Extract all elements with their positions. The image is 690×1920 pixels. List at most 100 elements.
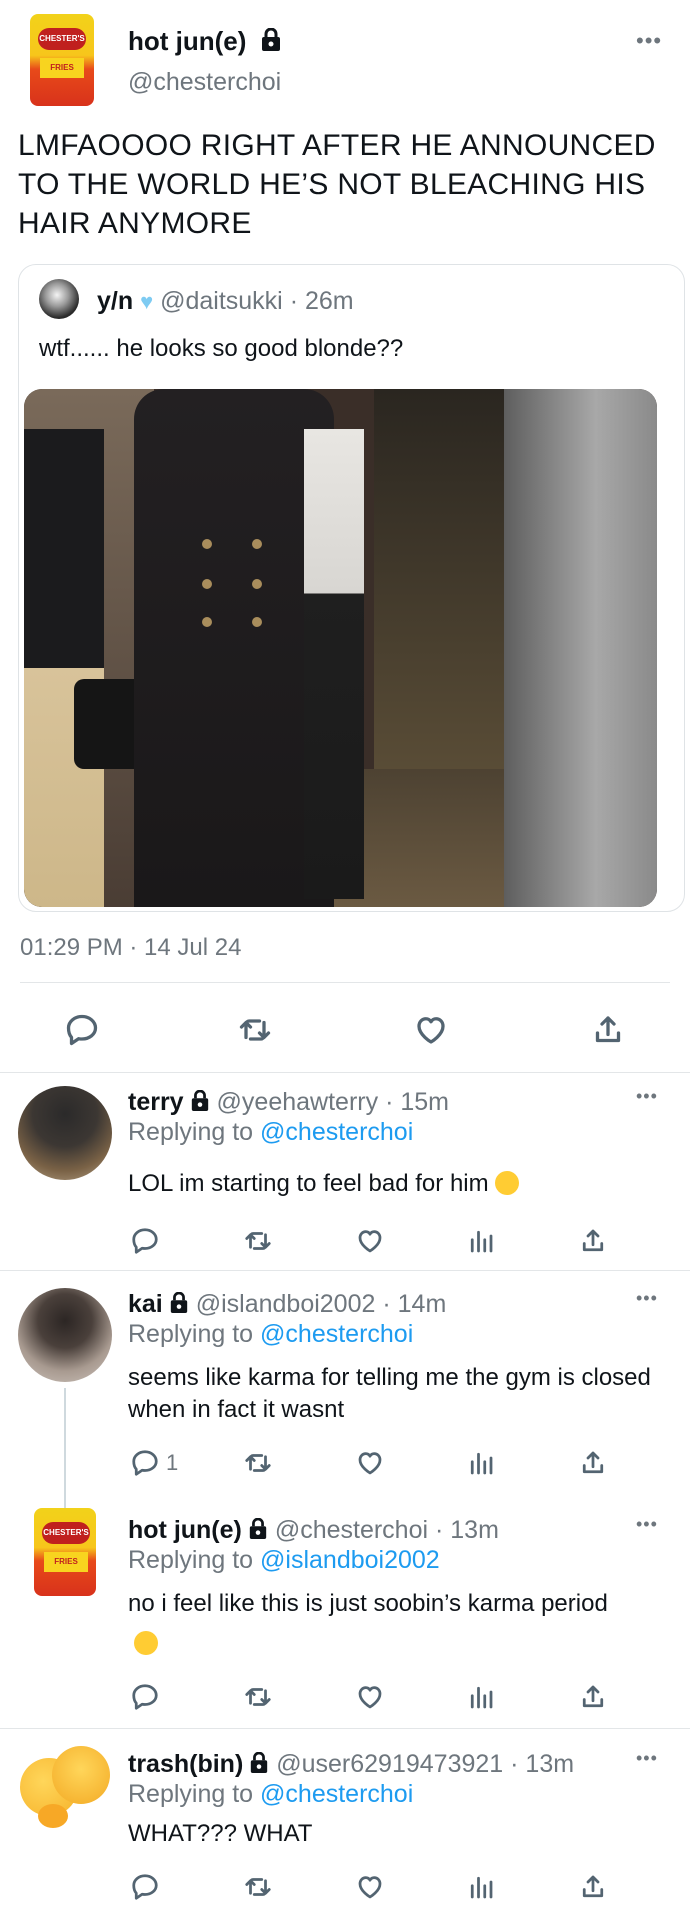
avatar-sub: FRIES <box>40 58 84 78</box>
quote-photo[interactable] <box>24 389 657 907</box>
like-icon[interactable] <box>354 1226 386 1256</box>
more-icon[interactable]: ••• <box>636 1086 658 1107</box>
replying-to-line: Replying to @islandboi2002 <box>128 1546 440 1575</box>
replying-to-line: Replying to @chesterchoi <box>128 1118 413 1147</box>
avatar-sub: FRIES <box>44 1552 88 1572</box>
retweet-icon[interactable] <box>242 1682 274 1712</box>
photo-button <box>252 617 262 627</box>
photo-wall-right <box>504 389 657 907</box>
reply-time: 15m <box>400 1088 449 1116</box>
photo-button <box>252 539 262 549</box>
photo-button <box>202 579 212 589</box>
retweet-icon[interactable] <box>236 1012 274 1048</box>
like-icon[interactable] <box>354 1448 386 1478</box>
separator: · <box>382 1290 391 1318</box>
reply-handle[interactable]: @islandboi2002 <box>196 1290 376 1318</box>
replying-to-link[interactable]: @islandboi2002 <box>260 1546 440 1574</box>
more-icon[interactable]: ••• <box>636 1514 658 1535</box>
lock-icon <box>170 1292 187 1313</box>
reply-time: 13m <box>450 1516 499 1544</box>
reply-text: WHAT??? WHAT <box>128 1820 313 1847</box>
like-icon[interactable] <box>412 1012 450 1048</box>
quote-tweet-card[interactable]: y/n ♥ @daitsukki · 26m wtf...... he look… <box>18 264 685 912</box>
replying-prefix: Replying to <box>128 1118 254 1146</box>
separator: · <box>385 1088 394 1116</box>
main-timestamp[interactable]: 01:29 PM · 14 Jul 24 <box>20 934 241 962</box>
reply-avatar[interactable] <box>18 1086 112 1180</box>
analytics-icon[interactable] <box>466 1226 496 1256</box>
quote-avatar[interactable] <box>39 279 79 319</box>
reply-text-body: no i feel like this is just soobin’s kar… <box>128 1590 608 1617</box>
replying-prefix: Replying to <box>128 1320 254 1348</box>
reply-display-name[interactable]: kai <box>128 1290 163 1318</box>
like-icon[interactable] <box>354 1872 386 1902</box>
retweet-icon[interactable] <box>242 1872 274 1902</box>
replying-to-link[interactable]: @chesterchoi <box>260 1320 413 1348</box>
reply-handle[interactable]: @user62919473921 <box>276 1750 503 1778</box>
reply-icon[interactable] <box>130 1682 160 1712</box>
reply-avatar[interactable] <box>18 1288 112 1382</box>
reply-icon[interactable] <box>130 1226 160 1256</box>
reply-time: 13m <box>525 1750 575 1778</box>
share-icon[interactable] <box>578 1226 608 1256</box>
reply-display-name[interactable]: hot jun(e) <box>128 1516 242 1544</box>
photo-button <box>202 539 212 549</box>
replying-to-link[interactable]: @chesterchoi <box>260 1118 413 1146</box>
reply-header: hot jun(e) @chesterchoi · 13m <box>128 1516 499 1545</box>
verified-heart-icon: ♥ <box>140 289 154 314</box>
avatar-logo: CHESTER'S <box>42 1522 90 1544</box>
reply-display-name[interactable]: terry <box>128 1088 184 1116</box>
quote-text: wtf...... he looks so good blonde?? <box>39 335 404 362</box>
photo-button <box>252 579 262 589</box>
like-icon[interactable] <box>354 1682 386 1712</box>
reply-icon[interactable] <box>64 1012 100 1048</box>
main-avatar[interactable]: CHESTER'S FRIES <box>30 14 94 106</box>
reply-text: no i feel like this is just soobin’s kar… <box>128 1584 628 1664</box>
reply-icon[interactable] <box>130 1872 160 1902</box>
reply-avatar[interactable]: CHESTER'S FRIES <box>34 1508 96 1596</box>
display-name: hot jun(e) <box>128 26 247 56</box>
more-icon[interactable]: ••• <box>636 1748 658 1769</box>
analytics-icon[interactable] <box>466 1448 496 1478</box>
reply-time: 14m <box>397 1290 447 1318</box>
divider <box>0 1072 690 1073</box>
more-icon[interactable]: ••• <box>636 28 662 54</box>
lock-icon <box>191 1090 208 1111</box>
main-author-name[interactable]: hot jun(e) <box>128 26 282 57</box>
share-icon[interactable] <box>578 1872 608 1902</box>
photo-man-back <box>304 429 364 899</box>
main-tweet-text: LMFAOOOO RIGHT AFTER HE ANNOUNCED TO THE… <box>18 129 656 240</box>
reply-icon[interactable] <box>130 1448 160 1478</box>
retweet-icon[interactable] <box>242 1226 274 1256</box>
thread-line <box>64 1388 66 1512</box>
replying-to-line: Replying to @chesterchoi <box>128 1780 413 1809</box>
emoji-face-right <box>52 1746 110 1804</box>
reply-avatar[interactable] <box>18 1742 112 1836</box>
reply-handle[interactable]: @chesterchoi <box>275 1516 428 1544</box>
replying-prefix: Replying to <box>128 1780 254 1808</box>
reply-handle[interactable]: @yeehawterry <box>217 1088 379 1116</box>
divider <box>20 982 670 983</box>
reply-display-name[interactable]: trash(bin) <box>128 1750 243 1778</box>
replying-to-link[interactable]: @chesterchoi <box>260 1780 413 1808</box>
share-icon[interactable] <box>578 1682 608 1712</box>
more-icon[interactable]: ••• <box>636 1288 658 1309</box>
separator: · <box>510 1750 519 1778</box>
analytics-icon[interactable] <box>466 1872 496 1902</box>
replying-prefix: Replying to <box>128 1546 254 1574</box>
main-author-handle[interactable]: @chesterchoi <box>128 68 281 97</box>
share-icon[interactable] <box>590 1012 626 1048</box>
replying-to-line: Replying to @chesterchoi <box>128 1320 413 1349</box>
share-icon[interactable] <box>578 1448 608 1478</box>
reply-header: terry @yeehawterry · 15m <box>128 1088 449 1117</box>
analytics-icon[interactable] <box>466 1682 496 1712</box>
reply-header: trash(bin) @user62919473921 · 13m <box>128 1750 574 1779</box>
retweet-icon[interactable] <box>242 1448 274 1478</box>
divider <box>0 1728 690 1729</box>
photo-button <box>202 617 212 627</box>
laughing-emoji-icon <box>494 1171 519 1195</box>
laughing-emoji-icon <box>134 1631 158 1655</box>
divider <box>0 1270 690 1271</box>
reply-text: seems like karma for telling me the gym … <box>128 1364 651 1423</box>
lock-icon <box>261 28 280 51</box>
